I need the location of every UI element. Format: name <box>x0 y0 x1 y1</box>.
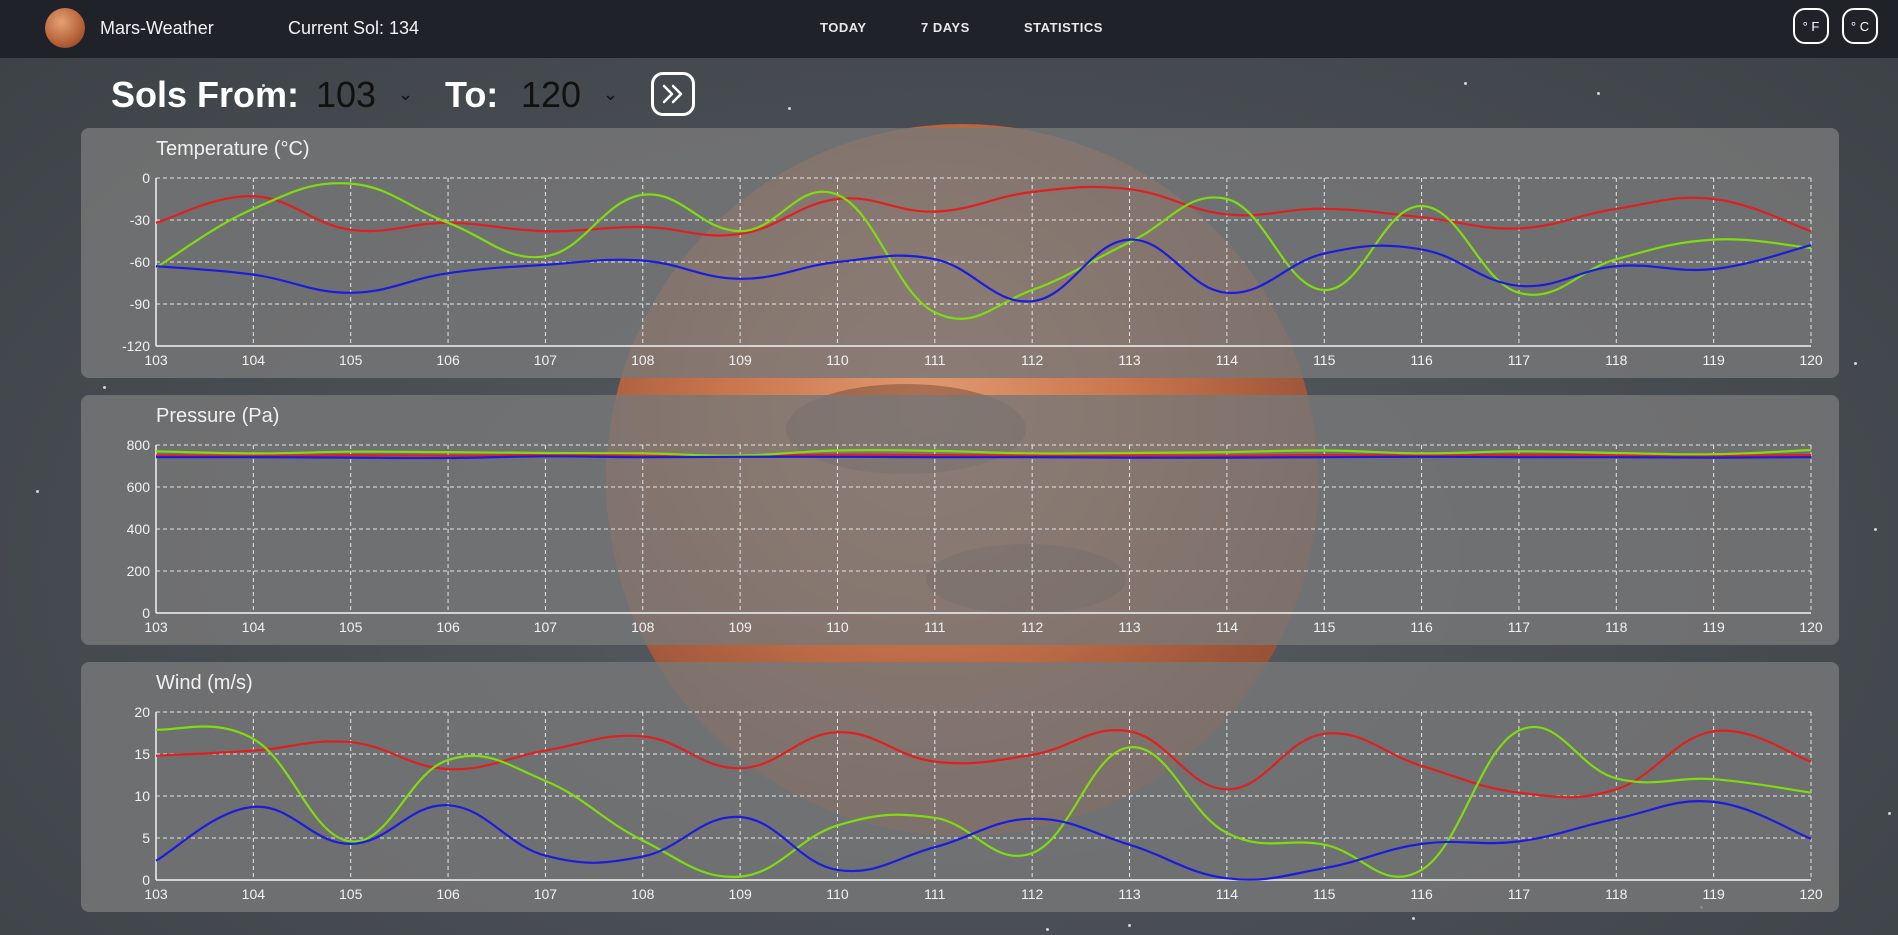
x-tick-label: 108 <box>631 886 655 902</box>
x-tick-label: 115 <box>1313 619 1336 635</box>
x-tick-label: 113 <box>1118 886 1141 902</box>
y-tick-label: 5 <box>142 830 150 846</box>
sol-to-select[interactable]: 120 <box>521 74 581 116</box>
x-tick-label: 112 <box>1021 352 1044 368</box>
y-tick-label: 0 <box>142 170 150 186</box>
x-tick-label: 105 <box>339 619 363 635</box>
x-tick-label: 114 <box>1216 619 1239 635</box>
x-tick-label: 110 <box>826 352 849 368</box>
x-tick-label: 112 <box>1021 886 1044 902</box>
x-tick-label: 105 <box>339 352 363 368</box>
apply-range-button[interactable] <box>651 72 695 116</box>
x-tick-label: 111 <box>924 352 945 368</box>
x-tick-label: 117 <box>1508 619 1531 635</box>
celsius-button[interactable]: ° C <box>1842 8 1878 44</box>
x-tick-label: 107 <box>534 886 558 902</box>
x-tick-label: 118 <box>1605 619 1628 635</box>
x-tick-label: 104 <box>242 619 266 635</box>
y-tick-label: -30 <box>130 212 150 228</box>
current-sol-label: Current Sol: 134 <box>288 18 420 38</box>
x-tick-label: 110 <box>826 619 849 635</box>
x-tick-label: 109 <box>728 619 752 635</box>
y-tick-label: 20 <box>134 704 150 720</box>
pressure-chart-panel: Pressure (Pa) 800 600 400 200 0 103 104 105 106 1… <box>81 395 1839 645</box>
x-tick-label: 112 <box>1021 619 1044 635</box>
x-tick-label: 113 <box>1118 352 1141 368</box>
x-tick-label: 103 <box>144 886 168 902</box>
double-chevron-right-icon <box>662 84 683 104</box>
series-line-max <box>155 453 1812 458</box>
x-tick-label: 114 <box>1216 886 1239 902</box>
x-tick-label: 115 <box>1313 886 1336 902</box>
x-tick-label: 109 <box>728 352 752 368</box>
mars-logo-icon[interactable] <box>45 8 85 48</box>
fahrenheit-button[interactable]: ° F <box>1793 8 1829 44</box>
x-tick-label: 113 <box>1118 619 1141 635</box>
series-line-min <box>155 238 1812 303</box>
x-tick-label: 120 <box>1799 886 1823 902</box>
x-tick-label: 109 <box>728 886 752 902</box>
x-tick-label: 117 <box>1508 886 1531 902</box>
series-line-avg <box>155 725 1812 878</box>
y-tick-label: -90 <box>130 296 150 312</box>
brand-name[interactable]: Mars-Weather <box>100 18 214 39</box>
x-tick-label: 107 <box>534 352 558 368</box>
x-tick-label: 106 <box>436 886 460 902</box>
x-tick-label: 117 <box>1508 352 1531 368</box>
sols-from-label: Sols From: <box>111 74 300 115</box>
x-tick-label: 116 <box>1410 619 1433 635</box>
x-tick-label: 110 <box>826 886 849 902</box>
y-tick-label: 200 <box>127 563 151 579</box>
chevron-down-icon[interactable]: ⌄ <box>603 84 618 105</box>
x-tick-label: 105 <box>339 886 363 902</box>
sol-from-select[interactable]: 103 <box>316 74 376 116</box>
wind-chart: 20151050103 104 105 106 107 108 109 110 111 112 11… <box>134 704 1823 902</box>
y-tick-label: 10 <box>134 788 150 804</box>
x-tick-label: 108 <box>631 352 655 368</box>
top-navigation-bar: Mars-Weather Current Sol: 134 TODAY 7 DA… <box>0 0 1898 58</box>
y-tick-label: 600 <box>127 479 151 495</box>
x-tick-label: 116 <box>1410 352 1433 368</box>
nav-today[interactable]: TODAY <box>820 20 867 35</box>
nav-statistics[interactable]: STATISTICS <box>1024 20 1103 35</box>
y-tick-label: 400 <box>127 521 151 537</box>
x-tick-label: 106 <box>436 619 460 635</box>
x-tick-label: 103 <box>144 352 168 368</box>
x-tick-label: 103 <box>144 619 168 635</box>
x-tick-label: 115 <box>1313 352 1336 368</box>
x-tick-label: 120 <box>1799 352 1823 368</box>
x-tick-label: 104 <box>242 352 266 368</box>
nav-7-days[interactable]: 7 DAYS <box>921 20 970 35</box>
x-tick-label: 104 <box>242 886 266 902</box>
x-tick-label: 119 <box>1702 352 1725 368</box>
temperature-chart-panel: Temperature (°C) 0 -30 -60 -90 -120 103 104 105… <box>81 128 1839 378</box>
x-tick-label: 106 <box>436 352 460 368</box>
y-tick-label: 800 <box>127 437 151 453</box>
x-tick-label: 120 <box>1799 619 1823 635</box>
series-line-min <box>155 800 1812 881</box>
series-line-max <box>155 185 1812 237</box>
pressure-chart: 8006004002000103 104 105 106 107 108 109 110 111… <box>127 437 1823 635</box>
sols-to-label: To: <box>445 74 499 115</box>
x-tick-label: 107 <box>534 619 558 635</box>
chevron-down-icon[interactable]: ⌄ <box>398 84 413 105</box>
temperature-chart: 0-30-60-90-120103 104 105 106 107 108 109 110 11… <box>122 170 1823 368</box>
y-tick-label: -60 <box>130 254 150 270</box>
series-line-min <box>155 455 1812 460</box>
x-tick-label: 111 <box>924 886 945 902</box>
x-tick-label: 116 <box>1410 886 1433 902</box>
x-tick-label: 118 <box>1605 352 1628 368</box>
x-tick-label: 118 <box>1605 886 1628 902</box>
wind-chart-panel: Wind (m/s) 20 15 10 5 0 103 104 105 106 107 108 109… <box>81 662 1839 912</box>
x-tick-label: 108 <box>631 619 655 635</box>
x-tick-label: 114 <box>1216 352 1239 368</box>
y-tick-label: 15 <box>134 746 150 762</box>
x-tick-label: 119 <box>1702 886 1725 902</box>
x-tick-label: 111 <box>924 619 945 635</box>
x-tick-label: 119 <box>1702 619 1725 635</box>
